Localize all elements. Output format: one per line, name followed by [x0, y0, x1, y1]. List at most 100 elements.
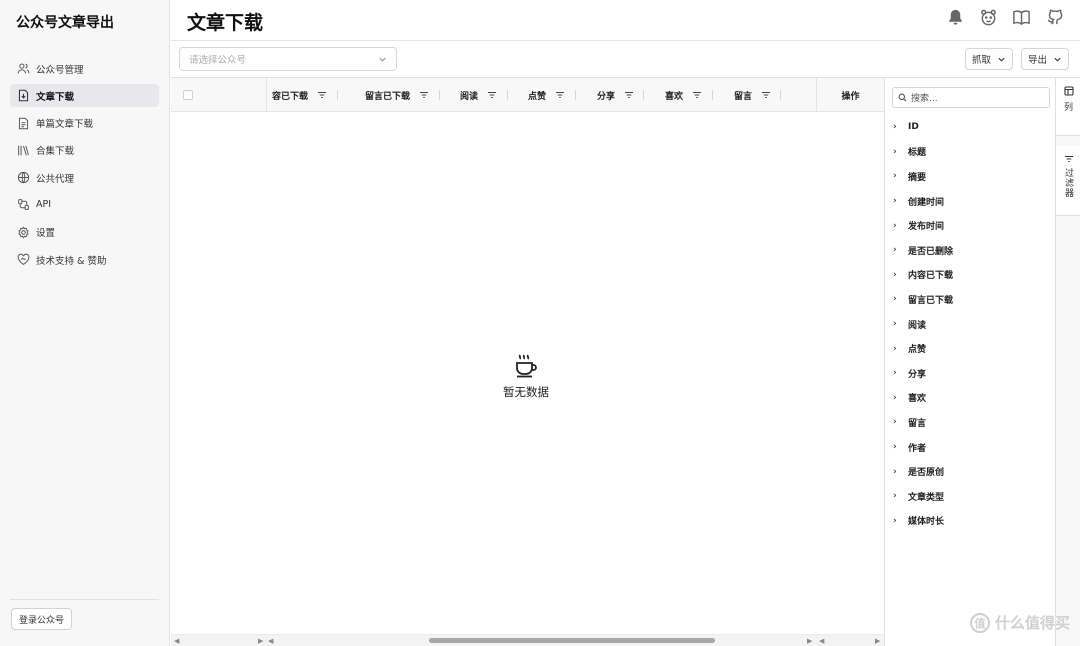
column-header-reads[interactable]: 阅读 [443, 78, 497, 112]
chevron-right-icon[interactable]: › [893, 319, 903, 329]
scroll-right-icon[interactable]: ▶ [258, 637, 263, 645]
globe-icon [17, 172, 30, 184]
filter-icon[interactable] [555, 90, 565, 100]
export-button[interactable]: 导出 [1021, 48, 1070, 70]
column-list-item-label: 留言已下载 [908, 295, 954, 306]
column-header-label: 操作 [841, 91, 860, 102]
watermark-logo: 值 [969, 612, 990, 633]
column-list-item[interactable]: › ID [893, 115, 1043, 140]
chevron-right-icon[interactable]: › [893, 467, 903, 477]
column-header-label: 分享 [596, 91, 615, 102]
chevron-right-icon[interactable]: › [893, 393, 903, 403]
column-list-item[interactable]: › 作者 [893, 435, 1043, 460]
scroll-thumb[interactable] [429, 638, 715, 643]
side-tab-bar: 列 过滤器 [1055, 78, 1080, 646]
column-list-item[interactable]: › 媒体时长 [893, 509, 1043, 534]
filter-icon[interactable] [624, 90, 634, 100]
chevron-right-icon[interactable]: › [893, 147, 903, 157]
bell-icon[interactable] [946, 8, 965, 27]
column-list-item[interactable]: › 阅读 [893, 312, 1043, 337]
sidebar-item-account-manage[interactable]: 公众号管理 [10, 57, 159, 80]
column-header-shares[interactable]: 分享 [579, 78, 634, 112]
sidebar-item-settings[interactable]: 设置 [10, 221, 159, 244]
column-list-item-label: 媒体时长 [908, 517, 945, 528]
empty-state-text: 暂无数据 [503, 385, 549, 399]
chevron-right-icon[interactable]: › [893, 171, 903, 181]
columns-icon [1063, 86, 1074, 96]
column-list-item[interactable]: › 点赞 [893, 336, 1043, 361]
chevron-right-icon[interactable]: › [893, 442, 903, 452]
sidebar-item-collection-download[interactable]: 合集下载 [10, 139, 159, 162]
fetch-button[interactable]: 抓取 [965, 48, 1014, 70]
chevron-right-icon[interactable]: › [893, 491, 903, 501]
book-icon[interactable] [1012, 8, 1031, 27]
sidebar-item-api[interactable]: API [10, 193, 159, 216]
chevron-right-icon[interactable]: › [893, 270, 903, 280]
filter-icon[interactable] [487, 90, 497, 100]
scroll-right-icon[interactable]: ▶ [807, 637, 812, 645]
column-list-item-label: 内容已下载 [908, 271, 954, 282]
sidebar-item-article-download[interactable]: 文章下载 [10, 84, 159, 108]
column-search-input[interactable]: 搜索... [892, 87, 1050, 108]
sidebar-item-label: 公众号管理 [36, 64, 84, 76]
column-list-item-label: 点赞 [908, 345, 927, 356]
chevron-right-icon[interactable]: › [893, 196, 903, 206]
app-window: 公众号文章导出 公众号管理 文章下载 单篇文章下载 合集下载 公共代理 API … [0, 0, 1080, 646]
chevron-down-icon [1054, 57, 1061, 62]
tab-columns[interactable]: 列 [1056, 78, 1080, 136]
github-icon[interactable] [1045, 8, 1064, 27]
select-all-checkbox[interactable] [183, 90, 193, 100]
chevron-right-icon[interactable]: › [893, 344, 903, 354]
column-list-item[interactable]: › 摘要 [893, 164, 1043, 189]
column-header-favorites[interactable]: 喜欢 [647, 78, 702, 112]
column-list-item[interactable]: › 分享 [893, 361, 1043, 386]
scroll-right-icon[interactable]: ▶ [875, 637, 880, 645]
filter-icon[interactable] [419, 90, 429, 100]
sidebar-item-single-download[interactable]: 单篇文章下载 [10, 112, 159, 135]
chevron-right-icon[interactable]: › [893, 417, 903, 427]
column-list-item[interactable]: › 内容已下载 [893, 263, 1043, 288]
chevron-right-icon[interactable]: › [893, 516, 903, 526]
sidebar-item-label: 合集下载 [36, 146, 75, 158]
column-list-item[interactable]: › 标题 [893, 140, 1043, 165]
filter-icon[interactable] [761, 90, 771, 100]
column-list-item[interactable]: › 创建时间 [893, 189, 1043, 214]
filter-icon[interactable] [317, 90, 327, 100]
column-list-item-label: 是否原创 [908, 468, 945, 479]
column-list-item[interactable]: › 文章类型 [893, 484, 1043, 509]
column-list-item[interactable]: › 是否原创 [893, 459, 1043, 484]
column-header-likes[interactable]: 点赞 [511, 78, 565, 112]
sidebar-divider [10, 599, 159, 600]
chevron-right-icon[interactable]: › [893, 368, 903, 378]
column-list-item[interactable]: › 留言已下载 [893, 287, 1043, 312]
scroll-left-icon[interactable]: ◀ [174, 637, 179, 645]
column-list-item[interactable]: › 留言 [893, 410, 1043, 435]
chevron-right-icon[interactable]: › [893, 122, 903, 132]
column-header-content-downloaded[interactable]: 容已下载 [266, 78, 327, 112]
chevron-right-icon[interactable]: › [893, 245, 903, 255]
tab-filters[interactable]: 过滤器 [1056, 146, 1080, 216]
column-header-label: 留言已下载 [364, 91, 410, 102]
scroll-left-icon[interactable]: ◀ [268, 637, 273, 645]
chevron-right-icon[interactable]: › [893, 221, 903, 231]
emoji-icon[interactable] [979, 8, 998, 27]
tab-filters-label: 过滤器 [1063, 168, 1073, 198]
column-header-label: 留言 [733, 91, 752, 102]
column-list: › ID › 标题 › 摘要 › 创建时间 › 发布时间 › 是否已删除 › 内容已下载 › 留… [893, 115, 1043, 533]
column-list-item[interactable]: › 是否已删除 [893, 238, 1043, 263]
horizontal-scrollbar[interactable]: ◀ ▶ ◀ ▶ ◀ ▶ [171, 634, 884, 646]
column-header-label: 阅读 [459, 91, 478, 102]
column-header-comments[interactable]: 留言 [716, 78, 771, 112]
chevron-right-icon[interactable]: › [893, 294, 903, 304]
sidebar-item-public-proxy[interactable]: 公共代理 [10, 166, 159, 189]
login-account-button[interactable]: 登录公众号 [11, 608, 72, 630]
account-select[interactable]: 请选择公众号 [179, 47, 397, 71]
column-header-comments-downloaded[interactable]: 留言已下载 [341, 78, 429, 112]
scroll-left-icon[interactable]: ◀ [819, 637, 824, 645]
search-icon [898, 93, 907, 102]
filter-icon[interactable] [692, 90, 702, 100]
column-list-item[interactable]: › 发布时间 [893, 213, 1043, 238]
sidebar-item-support[interactable]: 技术支持 & 赞助 [10, 248, 159, 271]
column-list-item-label: 文章类型 [908, 492, 945, 503]
column-list-item[interactable]: › 喜欢 [893, 386, 1043, 411]
